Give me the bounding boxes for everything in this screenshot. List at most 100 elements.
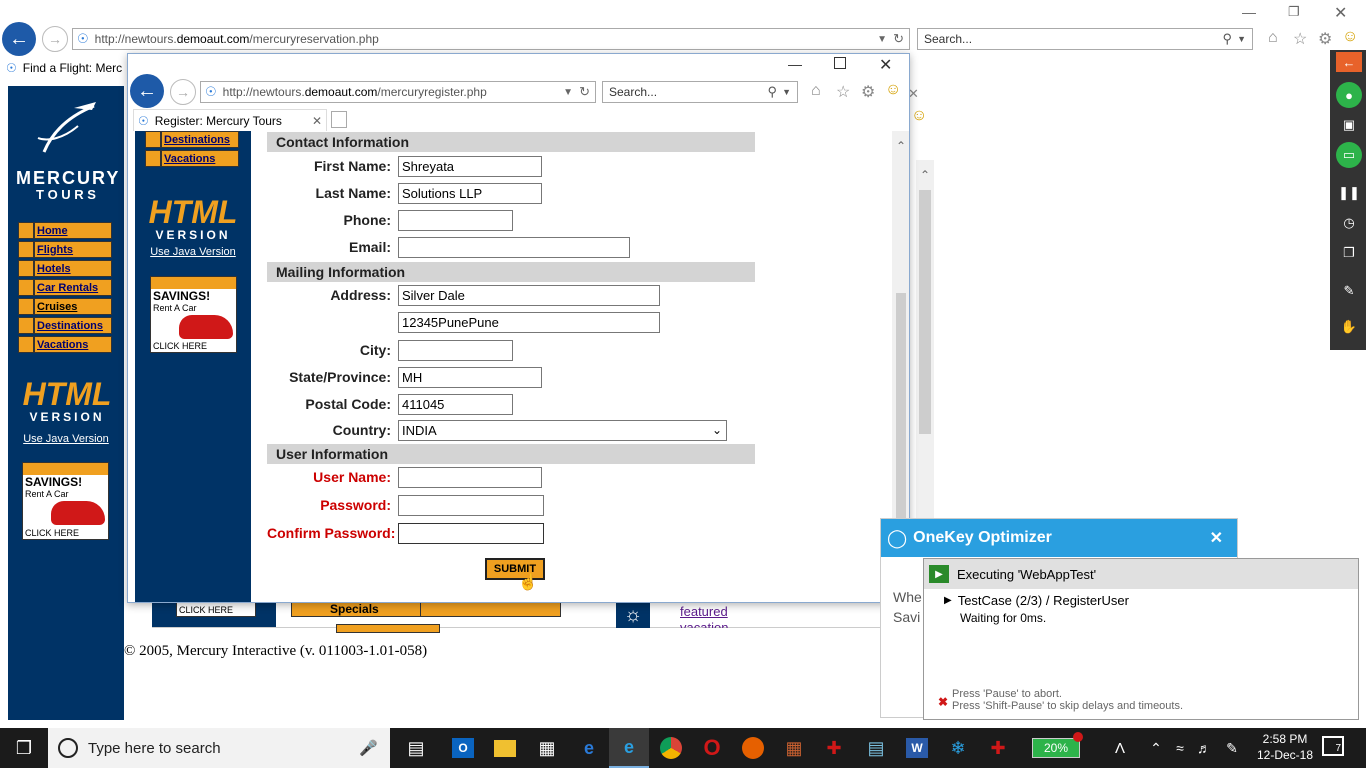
- outer-smiley-icon[interactable]: ☺: [911, 107, 927, 125]
- bg-click-here-box[interactable]: CLICK HERE: [152, 600, 276, 627]
- email-input[interactable]: [398, 236, 630, 258]
- settings-gear-icon[interactable]: ⚙: [861, 82, 875, 102]
- popup-maximize-button[interactable]: [834, 57, 846, 69]
- pen-workspace-icon[interactable]: ✎: [1212, 728, 1252, 768]
- taskbar-search-box[interactable]: Type here to search 🎤: [48, 728, 390, 768]
- smiley-feedback-icon[interactable]: ☺: [885, 81, 901, 99]
- sidebar-item-car-rentals[interactable]: Car Rentals: [18, 279, 112, 296]
- camera-icon[interactable]: ▣: [1336, 112, 1362, 138]
- outer-java-version-link[interactable]: Use Java Version: [20, 433, 112, 445]
- city-input[interactable]: [398, 339, 513, 361]
- timer-icon[interactable]: ◷: [1336, 210, 1362, 236]
- microphone-icon[interactable]: ●: [1336, 82, 1362, 108]
- bg-featured-link[interactable]: featured: [680, 604, 728, 619]
- expand-triangle-icon[interactable]: ▶: [944, 595, 952, 606]
- popup-java-version-link[interactable]: Use Java Version: [146, 246, 240, 258]
- favorites-star-icon[interactable]: ☆: [1293, 29, 1307, 49]
- popup-sidebar-item-destinations[interactable]: Destinations: [145, 131, 239, 148]
- outer-search-box[interactable]: Search... ⚲ ▼: [917, 28, 1253, 50]
- popup-back-button[interactable]: ←: [130, 74, 164, 108]
- confirm-password-input[interactable]: [398, 522, 544, 544]
- outer-forward-button[interactable]: →: [42, 26, 68, 52]
- action-center-icon[interactable]: 7: [1322, 736, 1344, 756]
- home-icon[interactable]: ⌂: [1268, 29, 1278, 47]
- internet-explorer-icon[interactable]: e: [609, 728, 649, 768]
- search-icon[interactable]: ⚲: [1222, 31, 1232, 47]
- address-line1-input[interactable]: Silver Dale: [398, 284, 660, 306]
- popup-savings-ad[interactable]: SAVINGS! Rent A Car CLICK HERE: [150, 276, 237, 353]
- windows-start-icon[interactable]: ❐: [4, 728, 44, 768]
- opera-icon[interactable]: O: [692, 728, 732, 768]
- first-name-input[interactable]: Shreyata: [398, 155, 542, 177]
- battery-indicator[interactable]: 20%: [1032, 738, 1080, 758]
- search-icon[interactable]: ⚲: [767, 84, 777, 100]
- copy-icon[interactable]: ❐: [1336, 240, 1362, 266]
- window-restore-button[interactable]: ❐: [1288, 4, 1300, 20]
- task-view-icon[interactable]: ▤: [396, 728, 436, 768]
- screen-icon[interactable]: ▭: [1336, 142, 1362, 168]
- address-line2-input[interactable]: 12345PunePune: [398, 311, 660, 333]
- pause-icon[interactable]: ❚❚: [1336, 180, 1362, 206]
- clock[interactable]: 2:58 PM 12-Dec-18: [1250, 730, 1320, 766]
- firefox-icon[interactable]: [733, 728, 773, 768]
- popup-address-bar[interactable]: ☉ http://newtours. demoaut.com/mercuryreg…: [200, 81, 596, 103]
- snowflake-app-icon[interactable]: ❄: [938, 728, 978, 768]
- home-icon[interactable]: ⌂: [811, 82, 821, 100]
- people-icon[interactable]: Λ: [1100, 728, 1140, 768]
- sidebar-item-flights[interactable]: Flights: [18, 241, 112, 258]
- calculator-icon[interactable]: ▦: [527, 728, 567, 768]
- settings-gear-icon[interactable]: ⚙: [1318, 29, 1332, 49]
- outer-address-bar[interactable]: ☉ http://newtours. demoaut.com/mercuryres…: [72, 28, 910, 50]
- app-box-icon[interactable]: ▦: [774, 728, 814, 768]
- new-tab-button[interactable]: [331, 111, 347, 128]
- ranorex-icon-2[interactable]: ✚: [978, 728, 1018, 768]
- sidebar-item-vacations[interactable]: Vacations: [18, 336, 112, 353]
- refresh-icon[interactable]: ↻: [893, 31, 904, 47]
- sidebar-item-hotels[interactable]: Hotels: [18, 260, 112, 277]
- hand-icon[interactable]: ✋: [1336, 314, 1362, 340]
- word-icon[interactable]: W: [897, 728, 937, 768]
- notes-icon[interactable]: ▤: [856, 728, 896, 768]
- dropdown-icon[interactable]: ▼: [877, 34, 887, 45]
- file-explorer-icon[interactable]: [485, 728, 525, 768]
- microphone-icon[interactable]: 🎤: [359, 739, 378, 757]
- popup-sidebar-item-vacations[interactable]: Vacations: [145, 150, 239, 167]
- scroll-thumb[interactable]: [919, 190, 931, 434]
- ranorex-icon-1[interactable]: ✚: [814, 728, 854, 768]
- last-name-input[interactable]: Solutions LLP: [398, 182, 542, 204]
- sidebar-item-home[interactable]: Home: [18, 222, 112, 239]
- refresh-icon[interactable]: ↻: [579, 84, 590, 100]
- popup-tab[interactable]: ☉ Register: Mercury Tours ✕: [133, 109, 327, 131]
- favorites-star-icon[interactable]: ☆: [836, 82, 850, 102]
- outer-savings-ad[interactable]: SAVINGS! Rent A Car CLICK HERE: [22, 462, 109, 540]
- postal-code-input[interactable]: 411045: [398, 393, 513, 415]
- dropdown-icon[interactable]: ▼: [563, 87, 573, 98]
- search-dropdown-icon[interactable]: ▼: [782, 87, 791, 97]
- state-input[interactable]: MH: [398, 366, 542, 388]
- collapse-arrow-icon[interactable]: ←: [1336, 52, 1362, 72]
- outlook-icon[interactable]: O: [443, 728, 483, 768]
- pen-icon[interactable]: ✎: [1336, 278, 1362, 304]
- scroll-up-icon[interactable]: ⌃: [892, 139, 909, 153]
- close-tab-icon[interactable]: ✕: [312, 114, 322, 128]
- password-input[interactable]: [398, 494, 544, 516]
- window-close-button[interactable]: ✕: [1334, 3, 1347, 23]
- chrome-icon[interactable]: [651, 728, 691, 768]
- popup-forward-button[interactable]: →: [170, 79, 196, 105]
- sidebar-item-destinations[interactable]: Destinations: [18, 317, 112, 334]
- edge-icon[interactable]: e: [569, 728, 609, 768]
- outer-back-button[interactable]: ←: [2, 22, 36, 56]
- popup-minimize-button[interactable]: —: [788, 56, 802, 72]
- username-input[interactable]: [398, 466, 542, 488]
- outer-tab[interactable]: ☉ Find a Flight: Merc: [0, 57, 128, 79]
- popup-search-box[interactable]: Search... ⚲ ▼: [602, 81, 798, 103]
- popup-close-button[interactable]: ✕: [879, 55, 892, 75]
- country-select[interactable]: INDIA ⌄: [398, 419, 727, 441]
- bg-vacation-link[interactable]: vacation: [680, 620, 728, 628]
- smiley-feedback-icon[interactable]: ☺: [1342, 28, 1358, 46]
- phone-input[interactable]: [398, 209, 513, 231]
- sidebar-item-cruises[interactable]: Cruises: [18, 298, 112, 315]
- onekey-close-icon[interactable]: ✕: [1210, 528, 1223, 548]
- search-dropdown-icon[interactable]: ▼: [1237, 34, 1246, 44]
- scroll-up-icon[interactable]: ⌃: [916, 168, 934, 182]
